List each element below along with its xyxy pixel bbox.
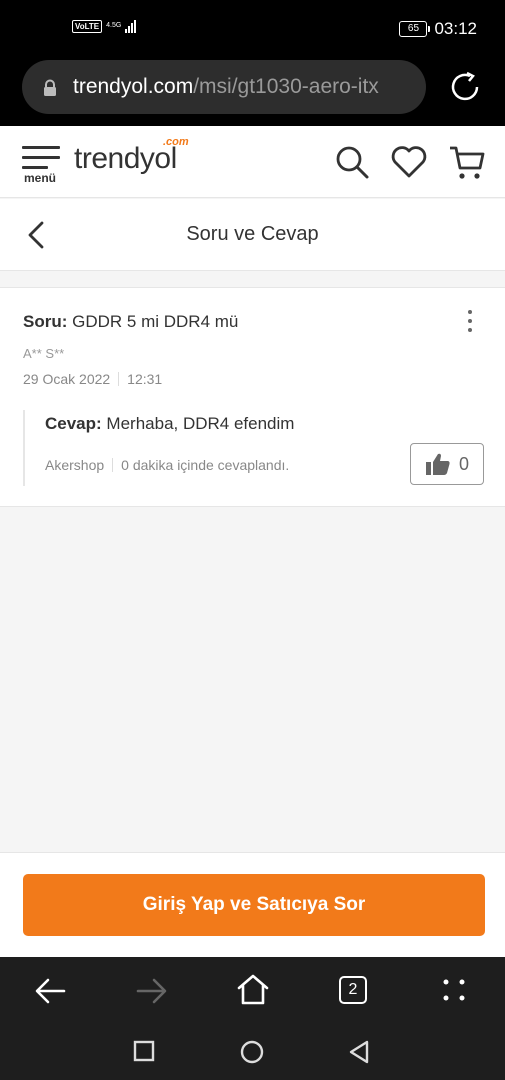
like-count: 0 <box>458 453 469 474</box>
lock-icon <box>44 79 56 96</box>
volte-badge: VoLTE <box>72 19 103 33</box>
question-meta: 29 Ocak 2022 12:31 <box>23 371 162 387</box>
question-card: Soru: GDDR 5 mi DDR4 mü A** S** 29 Ocak … <box>0 287 505 507</box>
thumbs-up-icon <box>425 453 450 475</box>
forward-icon[interactable] <box>136 977 168 1005</box>
login-and-ask-seller-button[interactable]: Giriş Yap ve Satıcıya Sor <box>23 874 485 936</box>
answer-line: Cevap: Merhaba, DDR4 efendim <box>45 414 294 434</box>
url-text: trendyol.com/msi/gt1030-aero-itx <box>73 75 379 99</box>
site-header: menü trendyol .com <box>0 126 505 198</box>
answer-label: Cevap: <box>45 414 102 433</box>
search-icon[interactable] <box>334 144 370 180</box>
battery-level: 65 <box>407 23 420 34</box>
reload-icon[interactable] <box>448 70 482 104</box>
question-line: Soru: GDDR 5 mi DDR4 mü <box>23 312 238 332</box>
address-bar[interactable]: trendyol.com/msi/gt1030-aero-itx <box>22 60 426 114</box>
network-indicator: VoLTE 4.5G <box>72 19 137 33</box>
page-title: Soru ve Cevap <box>186 223 319 245</box>
like-button[interactable]: 0 <box>410 443 484 485</box>
answer-block: Cevap: Merhaba, DDR4 efendim Akershop 0 … <box>23 410 484 486</box>
question-date: 29 Ocak 2022 <box>23 371 111 387</box>
hamburger-line <box>22 156 60 159</box>
trendyol-logo[interactable]: trendyol <box>74 142 177 176</box>
system-navigation-bar <box>0 1022 505 1080</box>
network-type: 4.5G <box>106 22 122 29</box>
browser-navigation-bar: 2 <box>0 957 505 1022</box>
signal-icon <box>125 19 137 33</box>
bottom-action-bar: Giriş Yap ve Satıcıya Sor <box>0 852 505 957</box>
cart-icon[interactable] <box>448 144 486 182</box>
question-label: Soru: <box>23 312 68 331</box>
recents-icon[interactable] <box>133 1040 155 1062</box>
tabs-button[interactable]: 2 <box>339 976 367 1004</box>
home-circle-icon[interactable] <box>240 1040 264 1064</box>
home-icon[interactable] <box>236 973 270 1005</box>
divider <box>112 458 114 472</box>
question-text: GDDR 5 mi DDR4 mü <box>72 312 239 331</box>
battery-icon: 65 <box>399 21 431 37</box>
divider <box>118 372 120 386</box>
menu-label: menü <box>24 171 57 185</box>
system-back-icon[interactable] <box>348 1040 370 1064</box>
favorites-heart-icon[interactable] <box>390 144 428 180</box>
hamburger-line <box>22 166 48 169</box>
answer-meta: Akershop 0 dakika içinde cevaplandı. <box>45 457 289 473</box>
browser-toolbar: trendyol.com/msi/gt1030-aero-itx <box>0 58 505 126</box>
menu-button[interactable]: menü <box>22 144 62 186</box>
url-domain: trendyol.com <box>73 75 194 98</box>
more-menu-icon[interactable] <box>441 977 467 1003</box>
logo-suffix: .com <box>163 136 189 148</box>
page-header: Soru ve Cevap <box>0 199 505 271</box>
seller-name: Akershop <box>45 457 105 473</box>
asker-name: A** S** <box>23 346 65 361</box>
back-icon[interactable] <box>34 977 66 1005</box>
answer-text: Merhaba, DDR4 efendim <box>106 414 295 433</box>
question-time: 12:31 <box>127 371 163 387</box>
answer-time: 0 dakika içinde cevaplandı. <box>121 457 290 473</box>
more-options-icon[interactable] <box>468 310 474 337</box>
url-path: /msi/gt1030-aero-itx <box>193 75 379 98</box>
clock: 03:12 <box>434 19 477 38</box>
hamburger-icon <box>22 146 60 149</box>
status-bar: VoLTE 4.5G 65 03:12 <box>0 0 505 58</box>
